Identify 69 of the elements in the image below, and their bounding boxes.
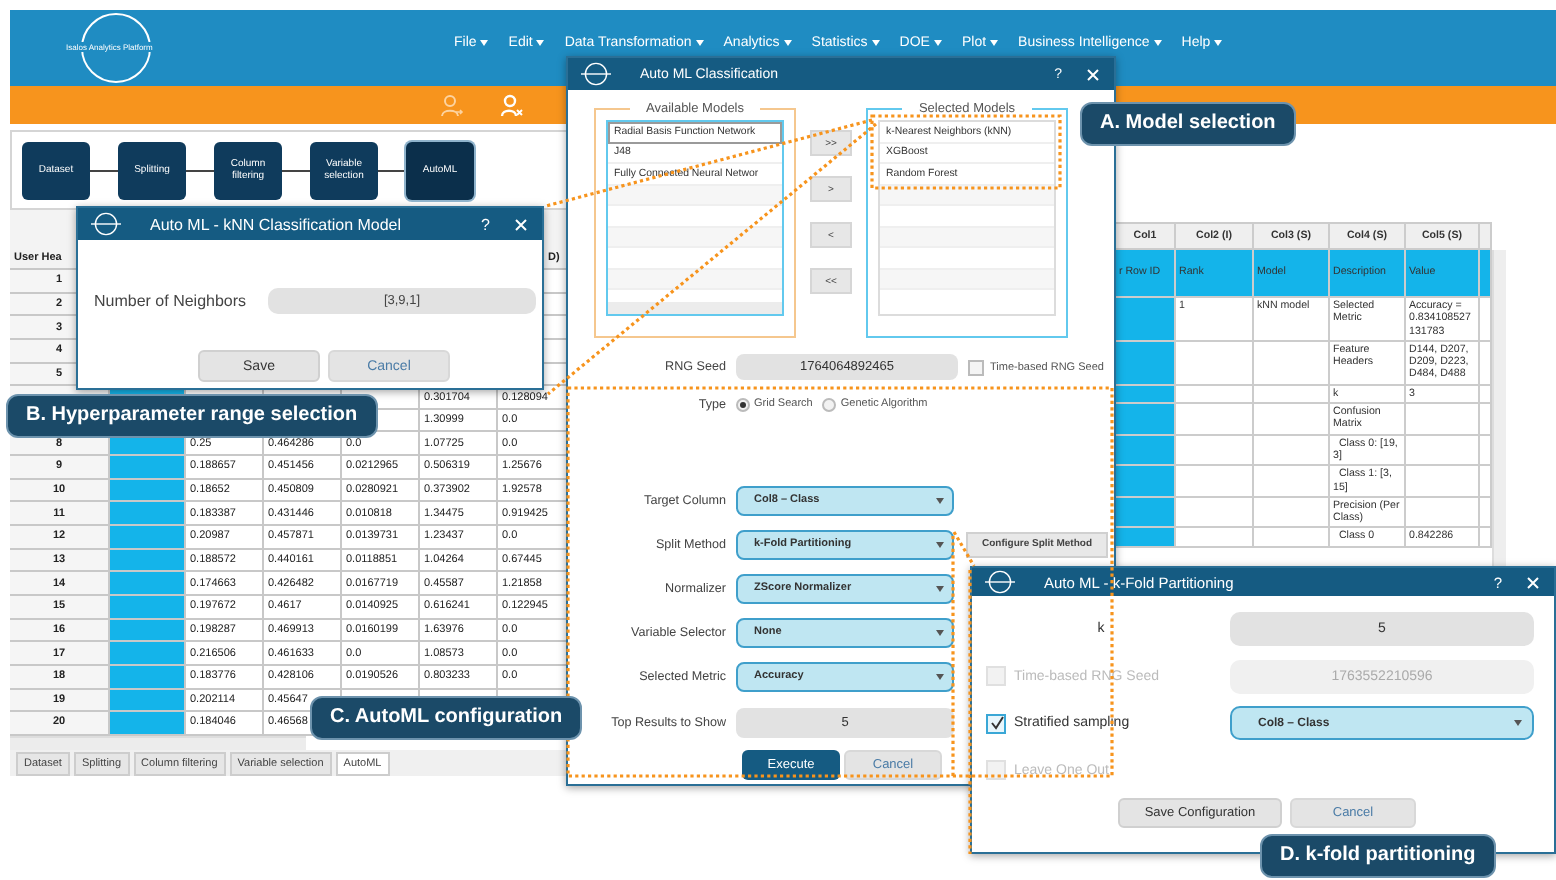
table-cell [1116, 404, 1176, 436]
caret-icon [936, 629, 944, 635]
table-cell [1176, 404, 1254, 436]
caret-icon [990, 40, 999, 46]
table-cell [1254, 497, 1330, 529]
help-button[interactable]: ? [481, 215, 490, 233]
close-icon[interactable] [1526, 575, 1540, 589]
checkbox[interactable] [986, 713, 1006, 733]
table-cell [110, 619, 186, 643]
close-icon[interactable] [1086, 67, 1100, 81]
table-cell [1406, 404, 1480, 436]
table-cell [1176, 435, 1254, 467]
caret-icon [1214, 40, 1223, 46]
user-icon[interactable] [500, 93, 524, 117]
caret-icon [1514, 720, 1522, 726]
logo-icon [580, 62, 612, 86]
table-cell [1116, 528, 1176, 548]
caret-icon [936, 541, 944, 547]
table-cell [110, 665, 186, 690]
table-cell [1406, 497, 1480, 529]
radio-button[interactable] [822, 397, 837, 411]
caret-icon [783, 40, 792, 46]
table-cell [1254, 341, 1330, 386]
table-cell [110, 642, 186, 666]
callout-label: C. AutoML configuration [310, 696, 583, 740]
table-cell [1116, 466, 1176, 498]
table-cell [1406, 435, 1480, 467]
table-cell [1116, 341, 1176, 386]
caret-icon [936, 585, 944, 591]
dialog-title: Auto ML - kNN Classification Model [150, 215, 404, 233]
table-cell [1254, 404, 1330, 436]
table-cell [1116, 298, 1176, 342]
table-cell [110, 456, 186, 480]
caret-icon [936, 497, 944, 503]
table-cell [110, 502, 186, 527]
table-cell [1116, 497, 1176, 529]
caret-icon [695, 40, 704, 46]
table-cell [1176, 497, 1254, 529]
table-cell [110, 549, 186, 573]
logo-icon [90, 212, 122, 236]
table-cell [110, 479, 186, 503]
table-cell [110, 712, 186, 736]
callout-label: A. Model selection [1080, 102, 1296, 146]
table-cell [1176, 385, 1254, 405]
radio-button[interactable] [736, 397, 750, 411]
caret-icon [871, 40, 880, 46]
caret-icon [480, 40, 489, 46]
table-cell [110, 526, 186, 550]
caret-icon [933, 40, 942, 46]
table-cell [1254, 466, 1330, 498]
checkbox[interactable] [968, 359, 984, 375]
user-icon[interactable] [440, 93, 464, 117]
table-cell [1254, 528, 1330, 548]
table-cell [1254, 435, 1330, 467]
close-icon[interactable] [514, 217, 528, 231]
table-cell [1116, 435, 1176, 467]
table-cell [1176, 528, 1254, 548]
caret-icon [1153, 40, 1162, 46]
caret-icon [936, 673, 944, 679]
table-cell [1254, 385, 1330, 405]
callout-label: D. k-fold partitioning [1260, 834, 1496, 878]
callout-label: B. Hyperparameter range selection [6, 394, 378, 438]
caret-icon [536, 40, 545, 46]
table-cell [110, 572, 186, 596]
table-cell [1176, 466, 1254, 498]
table-cell [1176, 341, 1254, 386]
table-cell [1406, 466, 1480, 498]
table-cell [110, 595, 186, 620]
table-cell [110, 689, 186, 713]
